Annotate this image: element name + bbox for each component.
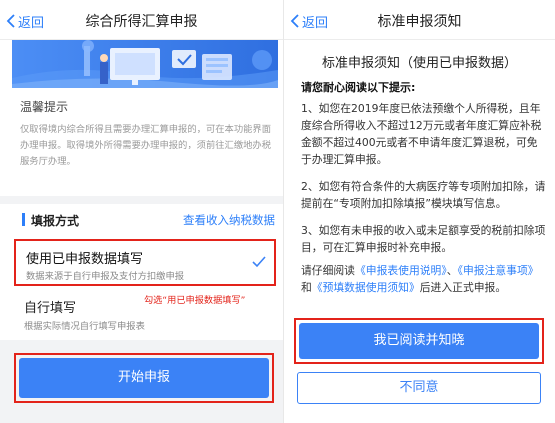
option-use-filed-data[interactable]: 使用已申报数据填写 数据来源于自行申报及支付方扣缴申报 [14, 239, 276, 286]
notice-item-3: 3、如您有未申报的收入或未足额享受的税前扣除项目，可在汇算申报时补充申报。 [301, 224, 546, 254]
notice-prompt: 请您耐心阅读以下提示: [301, 81, 416, 94]
page-title: 综合所得汇算申报 [85, 14, 198, 30]
read-button-highlight: 我已阅读并知晓 [294, 318, 544, 364]
navbar: 返回 标准申报须知 [284, 0, 555, 40]
section-marker [22, 213, 25, 226]
tips-text: 仅取得境内综合所得且需要办理汇算申报的，可在本功能界面办理申报。取得境外所得需要… [20, 124, 272, 167]
option-manual-desc: 根据实际情况自行填写申报表 [24, 321, 145, 332]
option-manual-title[interactable]: 自行填写 [24, 297, 76, 316]
read-and-acknowledge-button[interactable]: 我已阅读并知晓 [299, 323, 539, 359]
read-links-prefix: 请仔细阅读 [301, 264, 355, 277]
prefill-data-notice-link[interactable]: 《预填数据使用须知》 [312, 281, 420, 294]
annotation-note: 勾选“用已申报数据填写” [144, 295, 246, 306]
notice-item-1: 1、如您在2019年度已依法预缴个人所得税，且年度综合所得收入不超过12万元或者… [301, 102, 542, 166]
section-divider [0, 196, 283, 204]
start-filing-button[interactable]: 开始申报 [19, 358, 269, 398]
option-use-filed-data-title: 使用已申报数据填写 [26, 252, 144, 267]
page-title: 标准申报须知 [377, 14, 462, 30]
banner-illustration [12, 40, 278, 88]
filing-notice-screen: 返回 标准申报须知 标准申报须知（使用已申报数据） 请您耐心阅读以下提示: 1、… [283, 0, 555, 423]
disagree-button[interactable]: 不同意 [297, 372, 541, 404]
filing-notes-link[interactable]: 《申报注意事项》 [458, 264, 539, 277]
section-title: 填报方式 [31, 214, 80, 228]
read-links-suffix: 后进入正式申报。 [419, 281, 507, 294]
read-links-sep-2: 和 [301, 281, 312, 294]
start-button-highlight: 开始申报 [14, 353, 274, 403]
read-links-sep-1: 、 [446, 264, 458, 277]
notice-item-2: 2、如您有符合条件的大病医疗等专项附加扣除，请提前在“专项附加扣除填报”模块填写… [301, 180, 546, 210]
checkmark-icon [252, 256, 266, 268]
tips-title: 温馨提示 [20, 100, 69, 114]
navbar: 返回 综合所得汇算申报 [0, 0, 283, 40]
notice-read-links: 请仔细阅读《申报表使用说明》、《申报注意事项》和《预填数据使用须知》后进入正式申… [301, 262, 547, 296]
comprehensive-income-filing-screen: 返回 综合所得汇算申报 温馨提示 仅取得境内综合所得且需要办理汇算申报的，可在本… [0, 0, 283, 423]
form-instructions-link[interactable]: 《申报表使用说明》 [355, 264, 447, 277]
option-use-filed-data-desc: 数据来源于自行申报及支付方扣缴申报 [26, 271, 185, 282]
view-income-tax-data-link[interactable]: 查看收入纳税数据 [183, 212, 275, 228]
notice-heading: 标准申报须知（使用已申报数据） [321, 56, 517, 71]
